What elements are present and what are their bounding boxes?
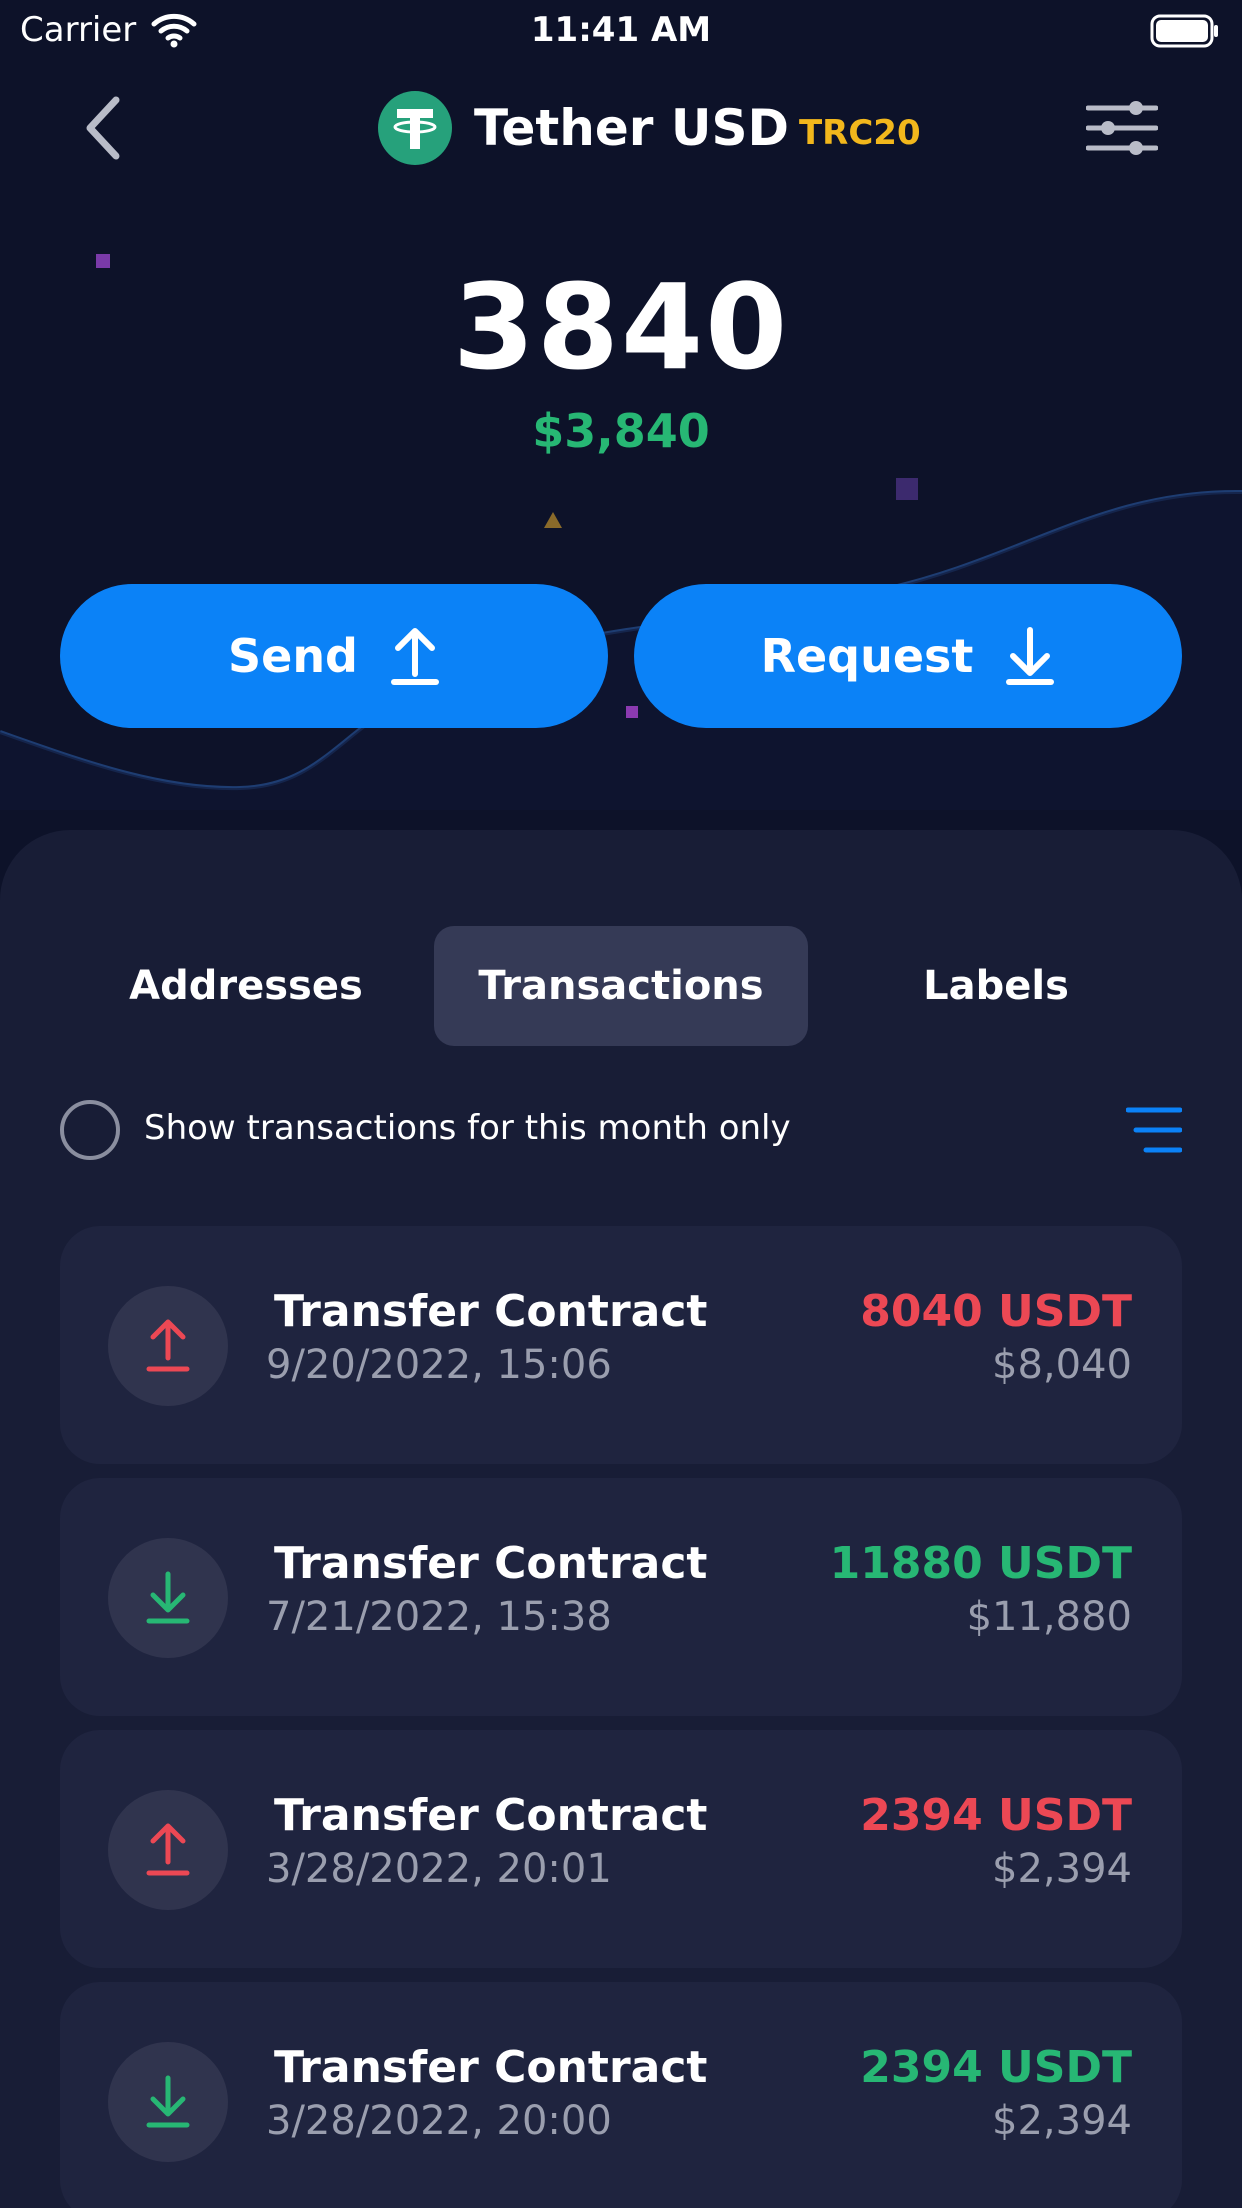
transaction-date: 9/20/2022, 15:06 — [266, 1342, 612, 1388]
transaction-row[interactable]: Transfer Contract 9/20/2022, 15:06 8040 … — [60, 1226, 1182, 1464]
transaction-title: Transfer Contract — [274, 1790, 708, 1841]
transaction-usd: $2,394 — [992, 2098, 1132, 2144]
outgoing-icon-wrap — [108, 1790, 228, 1910]
transaction-row[interactable]: Transfer Contract 3/28/2022, 20:00 2394 … — [60, 1982, 1182, 2208]
month-filter-label[interactable]: Show transactions for this month only — [144, 1108, 791, 1148]
confetti-square — [896, 478, 918, 500]
transaction-title: Transfer Contract — [274, 1538, 708, 1589]
send-label: Send — [227, 629, 358, 683]
balance-usd: $3,840 — [532, 404, 710, 458]
transaction-row[interactable]: Transfer Contract 7/21/2022, 15:38 11880… — [60, 1478, 1182, 1716]
transaction-usd: $2,394 — [992, 1846, 1132, 1892]
incoming-icon-wrap — [108, 1538, 228, 1658]
transaction-amount: 11880 USDT — [829, 1538, 1132, 1589]
network-badge: TRC20 — [798, 113, 921, 153]
confetti-triangle — [544, 512, 562, 528]
battery-icon — [1150, 14, 1218, 48]
upload-arrow-icon — [146, 1823, 190, 1876]
request-button[interactable]: Request — [634, 584, 1182, 728]
status-bar: Carrier 11:41 AM — [0, 0, 1242, 62]
settings-sliders-icon[interactable] — [1086, 96, 1158, 160]
tether-logo-icon — [378, 91, 452, 165]
tab-transactions[interactable]: Transactions — [434, 926, 808, 1046]
transaction-date: 3/28/2022, 20:00 — [266, 2098, 612, 2144]
tab-addresses[interactable]: Addresses — [60, 926, 432, 1046]
transaction-title: Transfer Contract — [274, 2042, 708, 2093]
download-arrow-icon — [146, 2075, 190, 2128]
radio-circle-icon[interactable] — [60, 1100, 120, 1160]
transaction-row[interactable]: Transfer Contract 3/28/2022, 20:01 2394 … — [60, 1730, 1182, 1968]
incoming-icon-wrap — [108, 2042, 228, 2162]
back-chevron-icon[interactable] — [70, 88, 140, 168]
status-time: 11:41 AM — [530, 10, 712, 50]
download-arrow-icon — [146, 1571, 190, 1624]
send-button[interactable]: Send — [60, 584, 608, 728]
coin-name: Tether USD — [474, 99, 789, 157]
transaction-date: 3/28/2022, 20:01 — [266, 1846, 612, 1892]
sort-lines-icon[interactable] — [1126, 1104, 1182, 1156]
transaction-usd: $8,040 — [992, 1342, 1132, 1388]
upload-arrow-icon — [146, 1319, 190, 1372]
header: Tether USD TRC20 — [0, 80, 1242, 176]
wallet-screen: Carrier 11:41 AM Tether USD TRC20 3840 $… — [0, 0, 1242, 2208]
transaction-usd: $11,880 — [966, 1594, 1132, 1640]
month-filter-row: Show transactions for this month only — [60, 1100, 1182, 1160]
download-arrow-icon — [1006, 627, 1055, 685]
request-label: Request — [760, 629, 974, 683]
tab-labels[interactable]: Labels — [810, 926, 1182, 1046]
outgoing-icon-wrap — [108, 1286, 228, 1406]
transaction-amount: 2394 USDT — [860, 1790, 1132, 1841]
balance-amount: 3840 — [452, 258, 790, 396]
transaction-date: 7/21/2022, 15:38 — [266, 1594, 612, 1640]
segmented-tabs: Addresses Transactions Labels — [60, 926, 1182, 1046]
coin-title: Tether USD TRC20 — [378, 90, 921, 166]
transaction-title: Transfer Contract — [274, 1286, 708, 1337]
upload-arrow-icon — [391, 628, 439, 685]
transaction-amount: 8040 USDT — [860, 1286, 1132, 1337]
transaction-amount: 2394 USDT — [860, 2042, 1132, 2093]
confetti-square — [626, 706, 638, 718]
